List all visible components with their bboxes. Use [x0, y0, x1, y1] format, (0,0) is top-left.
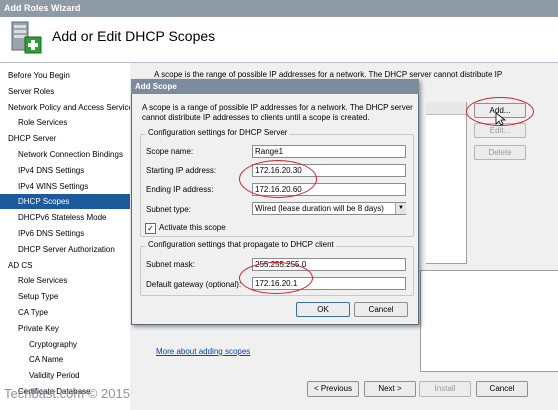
- watermark: Techbast.com © 2015: [4, 386, 130, 401]
- nav-item[interactable]: Role Services: [0, 115, 130, 130]
- more-about-scopes-link[interactable]: More about adding scopes: [156, 347, 250, 356]
- mouse-cursor-icon: [495, 112, 507, 126]
- nav-item[interactable]: Setup Type: [0, 289, 130, 304]
- nav-item[interactable]: DHCP Scopes: [0, 194, 130, 210]
- subnet-mask-label: Subnet mask:: [146, 260, 195, 269]
- nav-item[interactable]: DHCP Server Authorization: [0, 242, 130, 257]
- scope-name-input[interactable]: Range1: [252, 145, 406, 158]
- default-gateway-label: Default gateway (optional):: [146, 280, 242, 289]
- nav-item[interactable]: Validity Period: [0, 368, 130, 383]
- delete-scope-button[interactable]: Delete: [474, 145, 526, 160]
- main-description: A scope is the range of possible IP addr…: [154, 70, 503, 79]
- next-button[interactable]: Next >: [364, 381, 416, 397]
- activate-scope-label: Activate this scope: [159, 223, 226, 232]
- scope-list[interactable]: [426, 102, 467, 264]
- dialog-description: A scope is a range of possible IP addres…: [142, 103, 413, 112]
- wizard-title: Add Roles Wizard: [4, 3, 81, 13]
- server-roles-add-icon: [11, 21, 42, 54]
- scope-properties-panel: [420, 270, 558, 372]
- subnet-type-label: Subnet type:: [146, 205, 191, 214]
- subnet-type-select[interactable]: Wired (lease duration will be 8 days): [252, 202, 406, 215]
- starting-ip-label: Starting IP address:: [146, 166, 217, 175]
- install-button[interactable]: Install: [419, 381, 471, 397]
- highlight-client-settings-ellipse: [239, 262, 313, 294]
- scope-list-header: [426, 102, 466, 115]
- nav-item[interactable]: Before You Begin: [0, 68, 130, 83]
- dhcp-server-settings-title: Configuration settings for DHCP Server: [146, 128, 290, 137]
- nav-item[interactable]: IPv4 DNS Settings: [0, 163, 130, 178]
- nav-item[interactable]: IPv4 WINS Settings: [0, 179, 130, 194]
- nav-item[interactable]: Server Roles: [0, 84, 130, 99]
- ending-ip-label: Ending IP address:: [146, 185, 214, 194]
- nav-item[interactable]: Private Key: [0, 321, 130, 336]
- chevron-down-icon[interactable]: ▼: [395, 203, 406, 214]
- dialog-cancel-button[interactable]: Cancel: [354, 302, 408, 317]
- wizard-cancel-button[interactable]: Cancel: [476, 381, 528, 397]
- dialog-title: Add Scope: [131, 79, 419, 94]
- wizard-nav: Before You Begin Server Roles Network Poli…: [0, 63, 137, 410]
- highlight-ip-range-ellipse: [239, 160, 317, 198]
- nav-item[interactable]: Network Policy and Access Services: [0, 100, 137, 115]
- client-settings-title: Configuration settings that propagate to…: [146, 240, 336, 249]
- previous-button[interactable]: < Previous: [307, 381, 359, 397]
- nav-item[interactable]: Network Connection Bindings: [0, 147, 130, 162]
- nav-item[interactable]: IPv6 DNS Settings: [0, 226, 130, 241]
- nav-item[interactable]: Cryptography: [0, 337, 130, 352]
- wizard-title-bar: Add Roles Wizard: [0, 0, 558, 17]
- ok-button[interactable]: OK: [296, 302, 350, 317]
- nav-item[interactable]: CA Type: [0, 305, 130, 320]
- page-title: Add or Edit DHCP Scopes: [52, 28, 216, 44]
- nav-item[interactable]: CA Name: [0, 352, 130, 367]
- nav-item[interactable]: AD CS: [0, 258, 130, 273]
- scope-name-label: Scope name:: [146, 147, 194, 156]
- activate-scope-checkbox[interactable]: ✓: [145, 223, 156, 234]
- nav-item[interactable]: DHCP Server: [0, 131, 130, 146]
- nav-item[interactable]: DHCPv6 Stateless Mode: [0, 210, 130, 225]
- nav-item[interactable]: Role Services: [0, 273, 130, 288]
- dialog-description-line2: cannot distribute IP addresses to client…: [142, 113, 370, 122]
